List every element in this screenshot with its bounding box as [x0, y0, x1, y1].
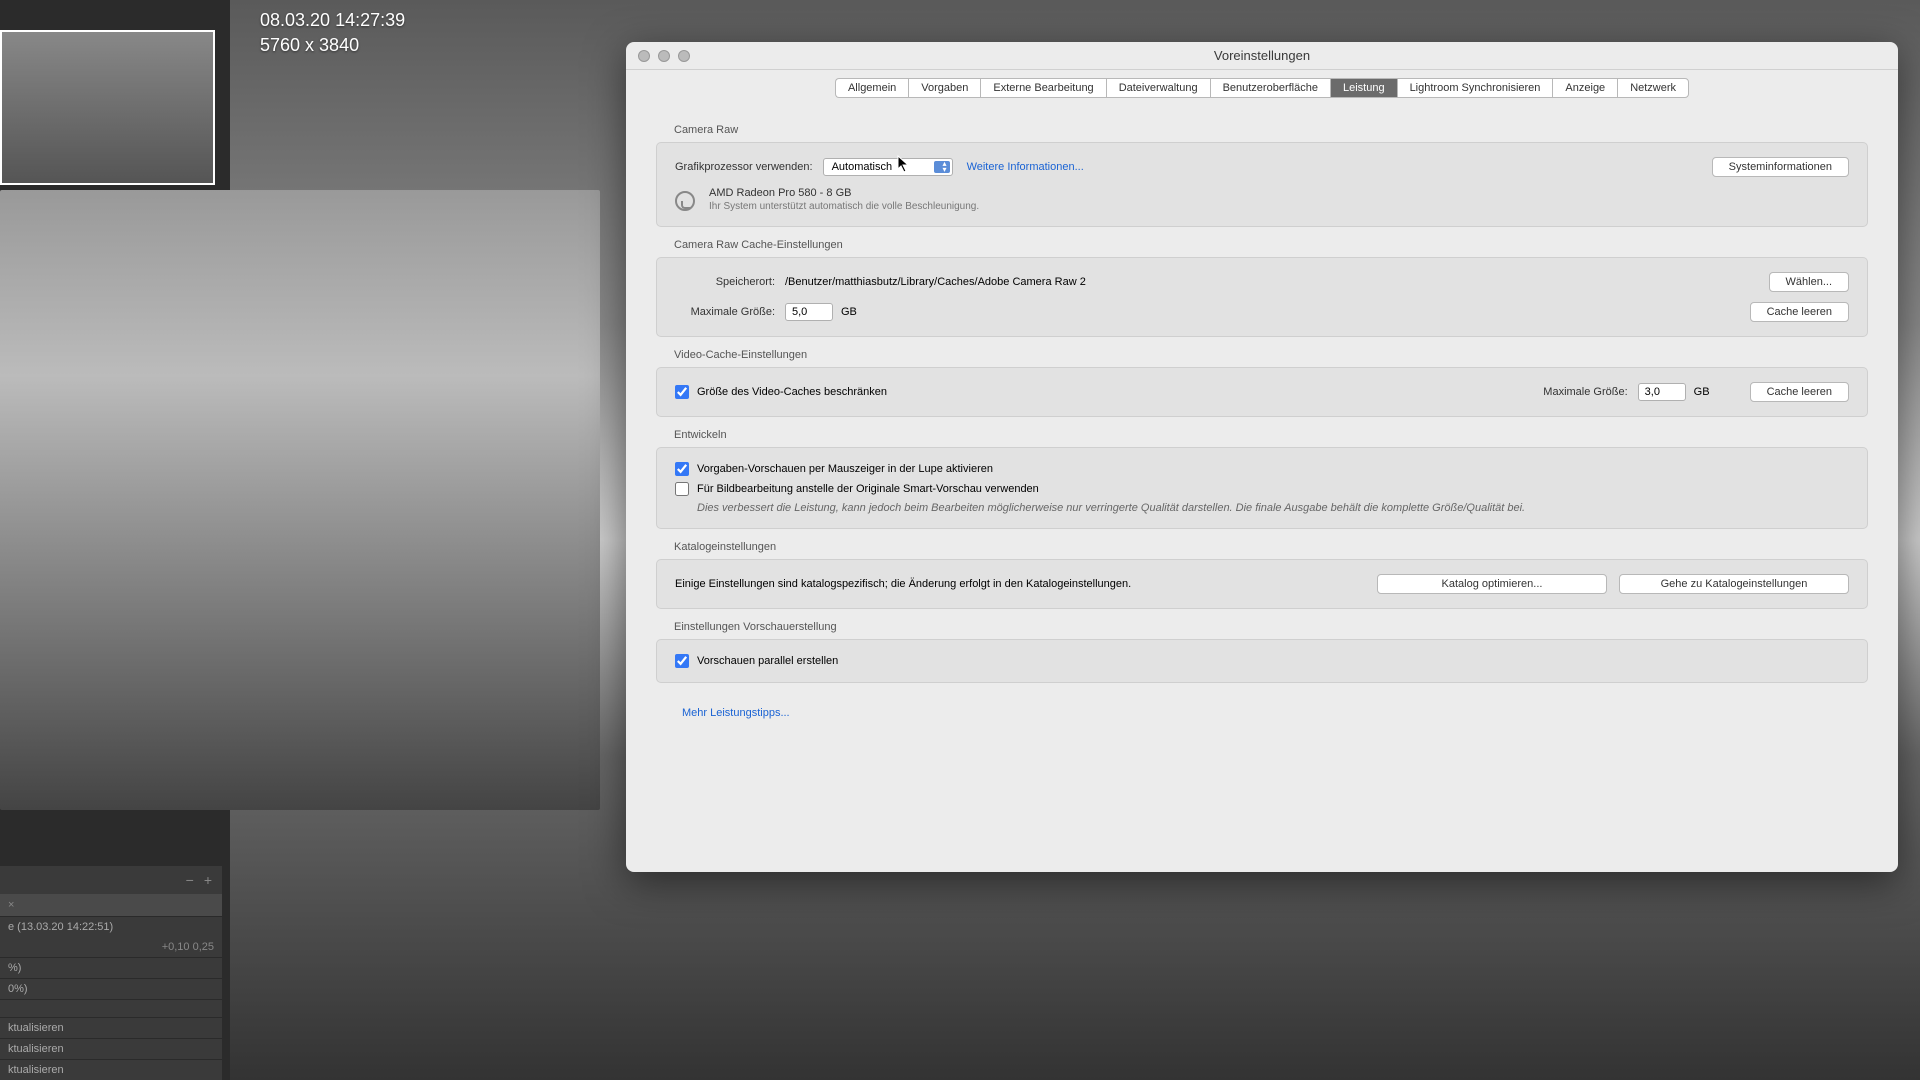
catalog-text: Einige Einstellungen sind katalogspezifi…: [675, 578, 1131, 590]
section-cache: Camera Raw Cache-Einstellungen: [674, 239, 1868, 251]
tab-externe-bearbeitung[interactable]: Externe Bearbeitung: [980, 78, 1105, 98]
tab-bar: Allgemein Vorgaben Externe Bearbeitung D…: [626, 78, 1898, 98]
develop-panel: Vorgaben-Vorschauen per Mauszeiger in de…: [656, 447, 1868, 529]
clear-cache-button[interactable]: Cache leeren: [1750, 302, 1849, 322]
goto-catalog-settings-button[interactable]: Gehe zu Katalogeinstellungen: [1619, 574, 1849, 594]
preset-preview-label: Vorgaben-Vorschauen per Mauszeiger in de…: [697, 463, 993, 475]
video-limit-label: Größe des Video-Caches beschränken: [697, 386, 887, 398]
history-item[interactable]: ktualisieren: [0, 1017, 222, 1038]
cache-size-input[interactable]: [785, 303, 833, 321]
section-video-cache: Video-Cache-Einstellungen: [674, 349, 1868, 361]
gpu-name: AMD Radeon Pro 580 - 8 GB: [709, 187, 979, 199]
section-camera-raw: Camera Raw: [674, 124, 1868, 136]
clear-video-cache-button[interactable]: Cache leeren: [1750, 382, 1849, 402]
tab-allgemein[interactable]: Allgemein: [835, 78, 908, 98]
close-icon[interactable]: ×: [8, 899, 14, 911]
plus-icon[interactable]: +: [204, 872, 212, 888]
tab-dateiverwaltung[interactable]: Dateiverwaltung: [1106, 78, 1210, 98]
gpu-select[interactable]: Automatisch ▴▾: [823, 158, 953, 176]
overlay-timestamp: 08.03.20 14:27:39: [260, 10, 405, 31]
preferences-dialog: Voreinstellungen Allgemein Vorgaben Exte…: [626, 42, 1898, 872]
preview-gen-panel: Vorschauen parallel erstellen: [656, 639, 1868, 683]
history-item[interactable]: e (13.03.20 14:22:51): [0, 916, 222, 937]
video-cache-panel: Größe des Video-Caches beschränken Maxim…: [656, 367, 1868, 417]
preview-thumbnail[interactable]: [0, 30, 215, 185]
picture-in-picture: [0, 190, 600, 810]
history-panel: − + × e (13.03.20 14:22:51) +0,10 0,25 %…: [0, 866, 222, 1080]
titlebar: Voreinstellungen: [626, 42, 1898, 70]
tab-leistung[interactable]: Leistung: [1330, 78, 1397, 98]
choose-location-button[interactable]: Wählen...: [1769, 272, 1849, 292]
section-preview-gen: Einstellungen Vorschauerstellung: [674, 621, 1868, 633]
parallel-preview-checkbox[interactable]: [675, 654, 689, 668]
gauge-icon: [675, 191, 695, 211]
tab-lightroom-sync[interactable]: Lightroom Synchronisieren: [1397, 78, 1553, 98]
section-catalog: Katalogeinstellungen: [674, 541, 1868, 553]
dialog-title: Voreinstellungen: [626, 48, 1898, 63]
preset-preview-checkbox[interactable]: [675, 462, 689, 476]
history-item[interactable]: 0%): [0, 978, 222, 999]
tab-netzwerk[interactable]: Netzwerk: [1617, 78, 1689, 98]
cache-size-label: Maximale Größe:: [675, 306, 775, 318]
history-item[interactable]: ktualisieren: [0, 1059, 222, 1080]
system-info-button[interactable]: Systeminformationen: [1712, 157, 1849, 177]
gpu-support-note: Ihr System unterstützt automatisch die v…: [709, 201, 979, 212]
parallel-preview-label: Vorschauen parallel erstellen: [697, 655, 838, 667]
video-limit-checkbox[interactable]: [675, 385, 689, 399]
section-develop: Entwickeln: [674, 429, 1868, 441]
cache-loc-value: /Benutzer/matthiasbutz/Library/Caches/Ad…: [785, 276, 1086, 288]
tab-vorgaben[interactable]: Vorgaben: [908, 78, 980, 98]
video-size-label: Maximale Größe:: [1543, 386, 1627, 398]
tab-anzeige[interactable]: Anzeige: [1552, 78, 1617, 98]
catalog-panel: Einige Einstellungen sind katalogspezifi…: [656, 559, 1868, 609]
smart-preview-label: Für Bildbearbeitung anstelle der Origina…: [697, 483, 1039, 495]
left-sidebar: − + × e (13.03.20 14:22:51) +0,10 0,25 %…: [0, 0, 230, 1080]
gb-unit: GB: [1694, 386, 1710, 398]
overlay-dimensions: 5760 x 3840: [260, 35, 405, 56]
history-item[interactable]: ktualisieren: [0, 1038, 222, 1059]
chevron-updown-icon: ▴▾: [943, 161, 947, 173]
gpu-label: Grafikprozessor verwenden:: [675, 161, 813, 173]
minus-icon[interactable]: −: [186, 872, 194, 888]
history-values: +0,10 0,25: [0, 937, 222, 957]
history-item[interactable]: %): [0, 957, 222, 978]
smart-preview-checkbox[interactable]: [675, 482, 689, 496]
more-tips-link[interactable]: Mehr Leistungstipps...: [682, 707, 790, 719]
develop-note: Dies verbessert die Leistung, kann jedoc…: [697, 502, 1849, 514]
cursor-icon: [897, 155, 911, 173]
video-size-input[interactable]: [1638, 383, 1686, 401]
cache-loc-label: Speicherort:: [675, 276, 775, 288]
gb-unit: GB: [841, 306, 857, 318]
tab-benutzeroberflaeche[interactable]: Benutzeroberfläche: [1210, 78, 1330, 98]
gpu-more-info-link[interactable]: Weitere Informationen...: [967, 161, 1084, 173]
photo-overlay-info: 08.03.20 14:27:39 5760 x 3840: [260, 10, 405, 56]
camera-raw-panel: Grafikprozessor verwenden: Automatisch ▴…: [656, 142, 1868, 227]
optimize-catalog-button[interactable]: Katalog optimieren...: [1377, 574, 1607, 594]
cache-panel: Speicherort: /Benutzer/matthiasbutz/Libr…: [656, 257, 1868, 337]
